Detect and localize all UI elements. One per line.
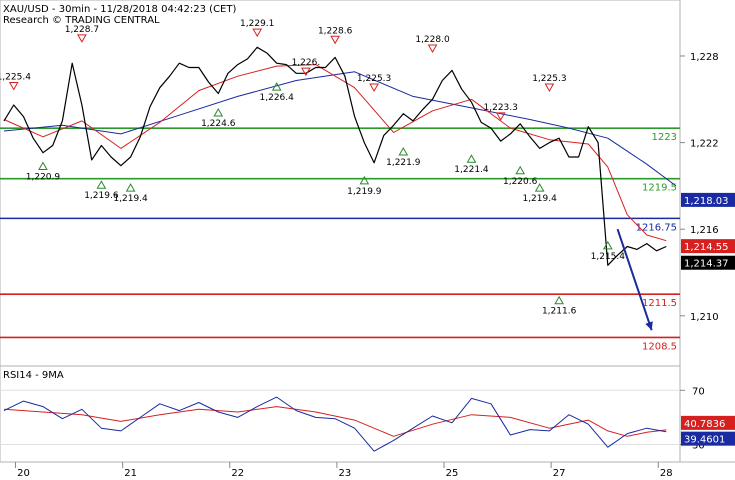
rsi-plot-frame <box>0 365 681 463</box>
value-tag-label: 1,214.55 <box>684 242 729 253</box>
time-tick-label: 21 <box>124 468 137 479</box>
price-tick-label: 1,216 <box>690 225 719 236</box>
swing-high-label: 1,229.1 <box>240 19 274 29</box>
swing-high-label: 1,228.6 <box>318 26 353 36</box>
swing-low-label: 1,220.6 <box>503 177 538 187</box>
time-tick-label: 23 <box>339 468 352 479</box>
swing-low-label: 1,219.4 <box>522 194 557 204</box>
time-tick-label: 20 <box>17 468 30 479</box>
price-tick-label: 1,222 <box>690 139 719 150</box>
level-label: 1216.75 <box>636 222 677 233</box>
rsi-title: RSI14 - 9MA <box>3 370 64 381</box>
level-label: 1219.5 <box>642 183 677 194</box>
swing-low-label: 1,215.4 <box>591 252 626 262</box>
value-tag-label: 1,214.37 <box>684 259 729 270</box>
time-tick-label: 22 <box>231 468 244 479</box>
chart-subtitle: Research © TRADING CENTRAL <box>3 15 160 26</box>
swing-high-label: 1,226. <box>292 58 321 68</box>
swing-high-label: 1,225.4 <box>0 73 31 83</box>
swing-high-label: 1,225.3 <box>357 74 391 84</box>
time-tick-label: 27 <box>553 468 566 479</box>
swing-low-label: 1,224.6 <box>201 119 236 129</box>
swing-high-label: 1,223.3 <box>484 103 518 113</box>
time-tick-label: 25 <box>446 468 459 479</box>
swing-low-label: 1,220.9 <box>26 172 61 182</box>
swing-high-label: 1,228.0 <box>415 35 450 45</box>
value-tag-label: 39.4601 <box>684 435 725 446</box>
value-tag-label: 40.7836 <box>684 419 725 430</box>
swing-low-label: 1,219.4 <box>113 194 148 204</box>
swing-low-label: 1,219.9 <box>347 187 382 197</box>
price-tick-label: 1,210 <box>690 312 719 323</box>
swing-low-label: 1,221.4 <box>454 165 489 175</box>
swing-low-label: 1,211.6 <box>542 307 577 317</box>
swing-low-label: 1,226.4 <box>260 93 295 103</box>
level-label: 1211.5 <box>642 298 677 309</box>
swing-low-label: 1,221.9 <box>386 158 421 168</box>
value-tag-label: 1,218.03 <box>684 196 729 207</box>
xau-usd-chart: 1223 1219.5 1216.75 1211.5 1208.5 1,225.4 1,2… <box>0 0 735 479</box>
level-label: 1208.5 <box>642 341 677 352</box>
chart-title: XAU/USD - 30min - 11/28/2018 04:42:23 (C… <box>3 4 236 15</box>
level-label: 1223 <box>652 132 677 143</box>
price-tick-label: 1,228 <box>690 52 719 63</box>
swing-high-label: 1,225.3 <box>532 74 566 84</box>
rsi-tick-label: 70 <box>692 386 705 397</box>
swing-high-label: 1,228.7 <box>65 25 99 35</box>
time-tick-label: 28 <box>660 468 673 479</box>
